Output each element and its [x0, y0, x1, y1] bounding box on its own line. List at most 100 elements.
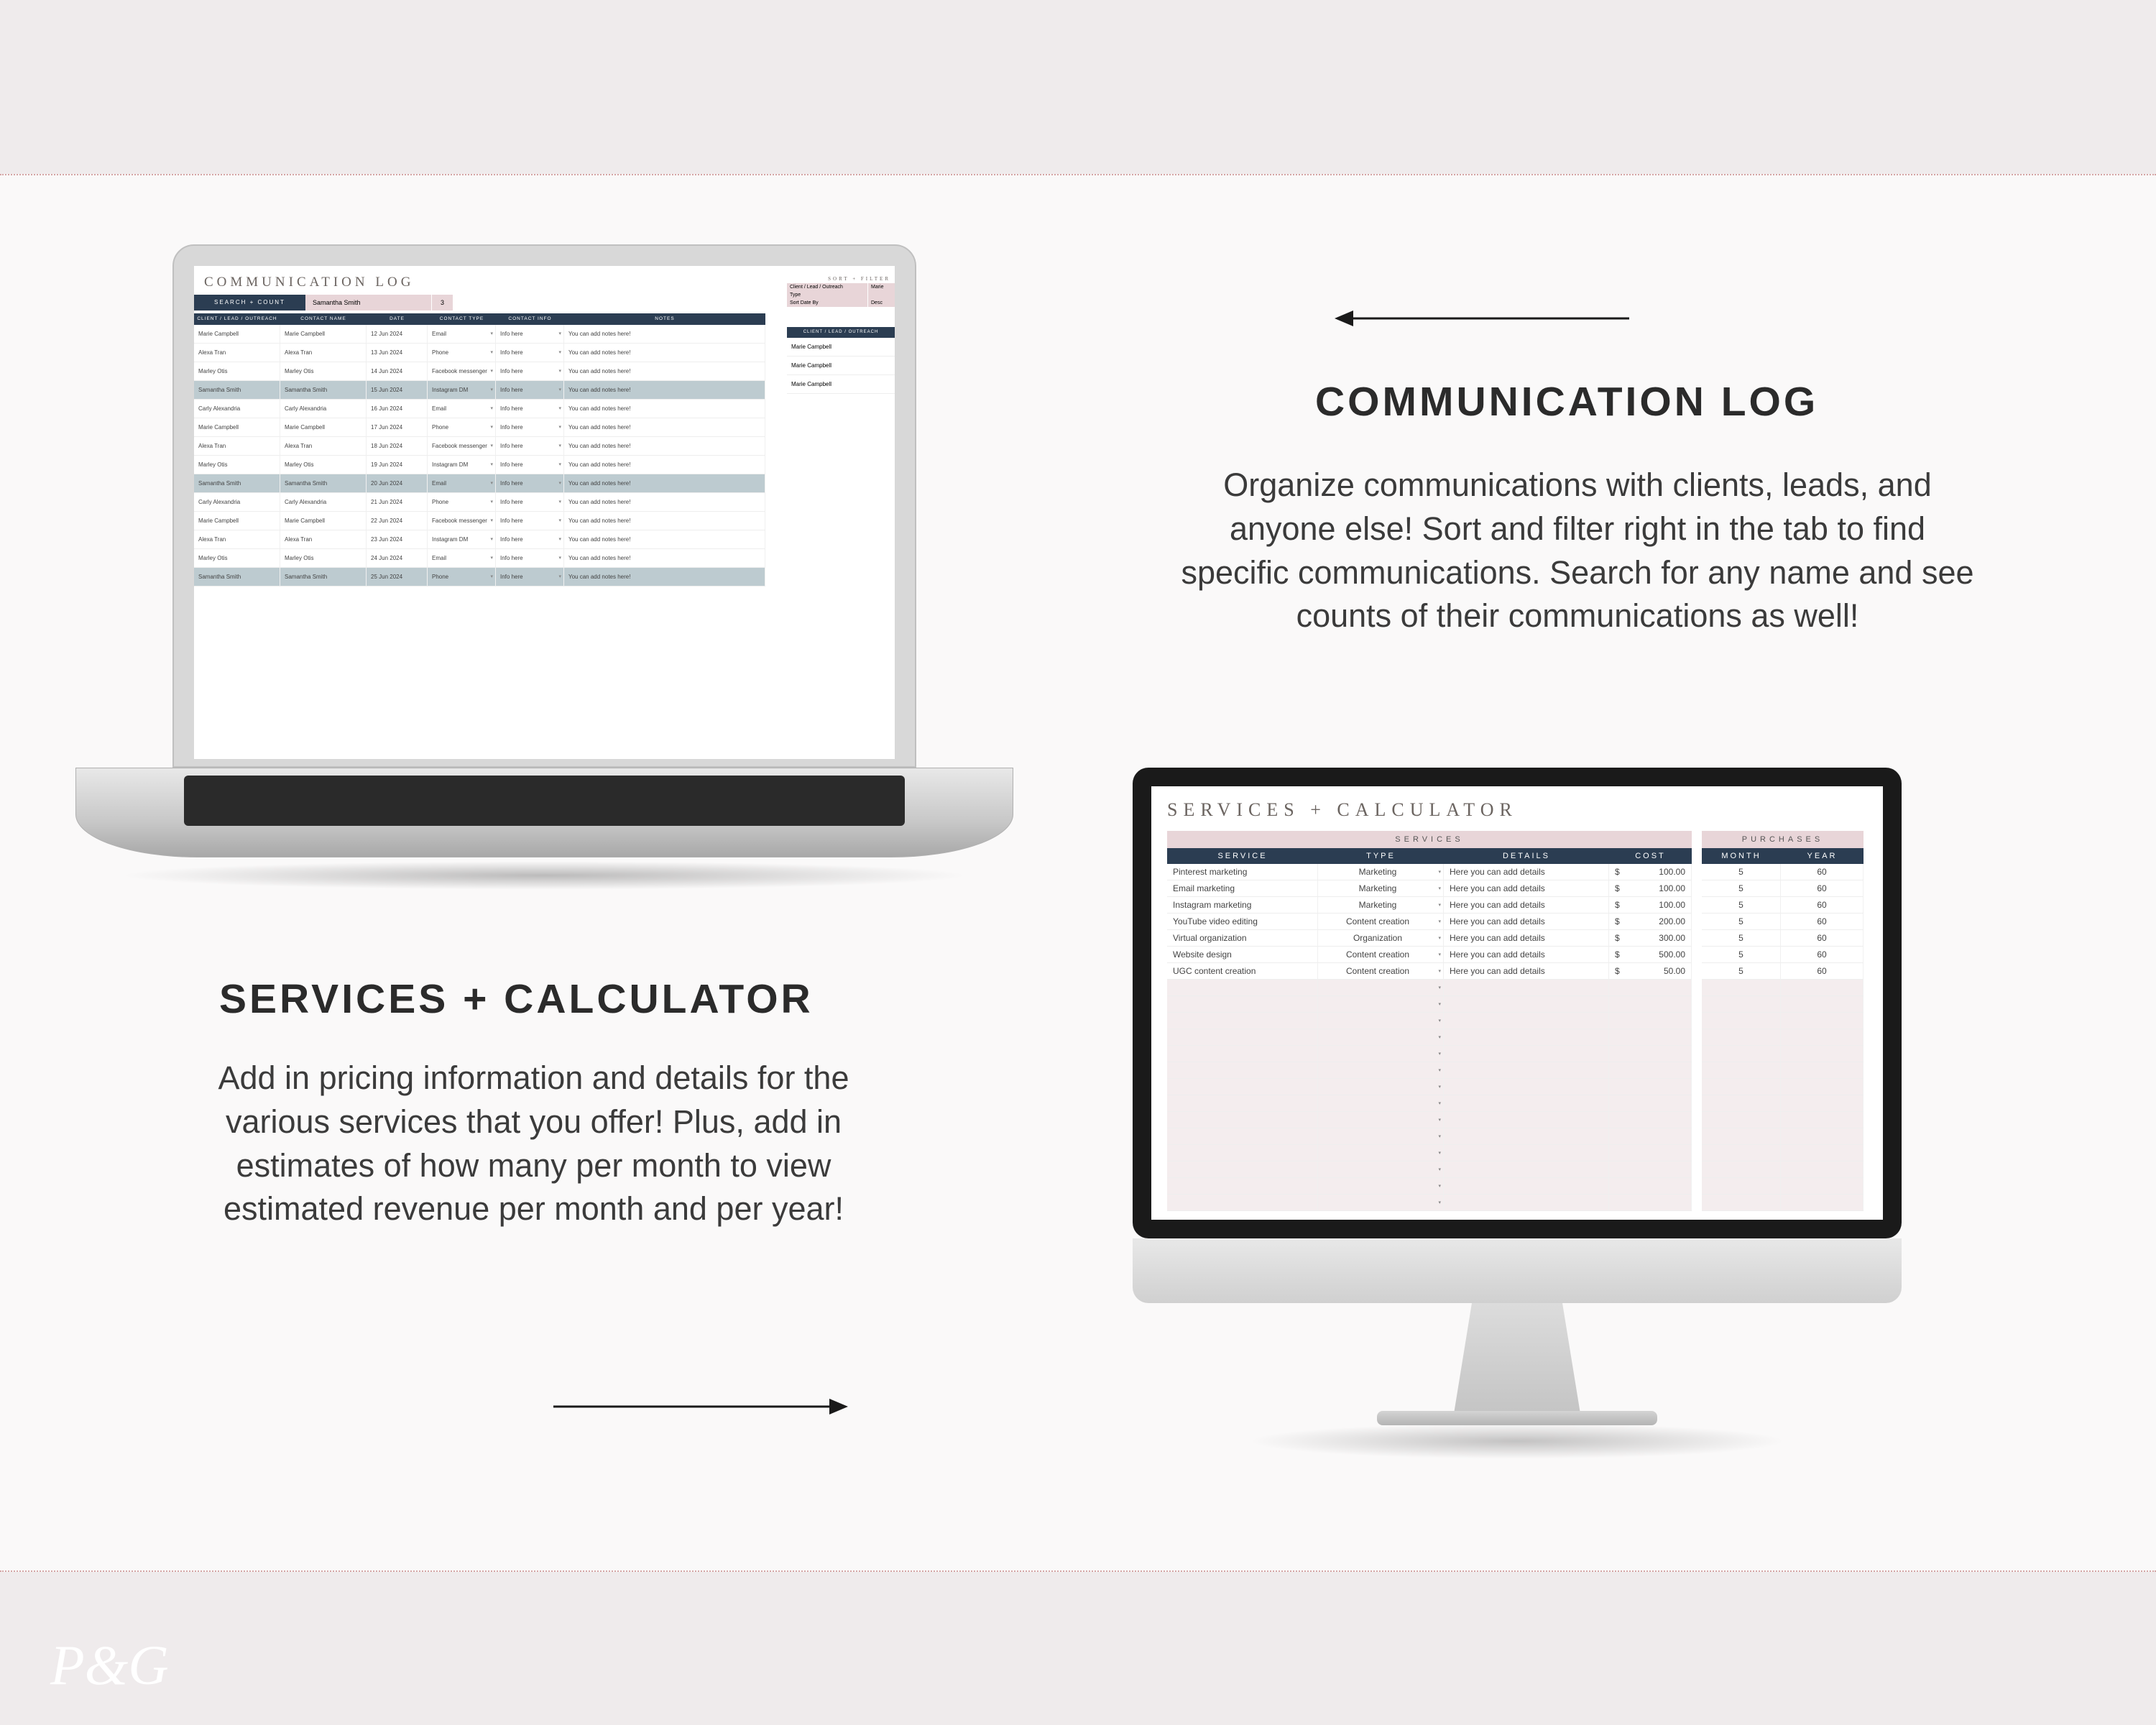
table-row[interactable]: 560	[1702, 930, 1864, 947]
table-row[interactable]: ▾	[1167, 1079, 1692, 1095]
chevron-down-icon[interactable]: ▾	[558, 331, 561, 336]
table-row[interactable]	[1702, 1162, 1864, 1178]
table-row[interactable]: Email marketingMarketing▾Here you can ad…	[1167, 880, 1692, 897]
table-row[interactable]	[1702, 1128, 1864, 1145]
chevron-down-icon[interactable]: ▾	[1438, 968, 1441, 974]
chevron-down-icon[interactable]: ▾	[558, 461, 561, 467]
chevron-down-icon[interactable]: ▾	[490, 424, 493, 430]
table-row[interactable]: ▾	[1167, 1128, 1692, 1145]
chevron-down-icon[interactable]: ▾	[1438, 1067, 1441, 1073]
table-row[interactable]: ▾	[1167, 1195, 1692, 1211]
chevron-down-icon[interactable]: ▾	[558, 387, 561, 392]
chevron-down-icon[interactable]: ▾	[558, 405, 561, 411]
chevron-down-icon[interactable]: ▾	[1438, 1001, 1441, 1007]
filtered-list-item[interactable]: Marie Campbell	[787, 375, 895, 394]
chevron-down-icon[interactable]: ▾	[490, 405, 493, 411]
table-row[interactable]: Website designContent creation▾Here you …	[1167, 947, 1692, 963]
table-row[interactable]: 560	[1702, 880, 1864, 897]
chevron-down-icon[interactable]: ▾	[1438, 869, 1441, 875]
table-row[interactable]: ▾	[1167, 1178, 1692, 1195]
chevron-down-icon[interactable]: ▾	[490, 536, 493, 542]
chevron-down-icon[interactable]: ▾	[558, 368, 561, 374]
table-row[interactable]: ▾	[1167, 1062, 1692, 1079]
chevron-down-icon[interactable]: ▾	[1438, 985, 1441, 990]
filtered-list-item[interactable]: Marie Campbell	[787, 338, 895, 356]
chevron-down-icon[interactable]: ▾	[490, 499, 493, 505]
table-row[interactable]: Marie CampbellMarie Campbell12 Jun 2024E…	[194, 325, 765, 344]
sort-filter-row[interactable]: Sort Date ByDesc	[787, 299, 895, 307]
table-row[interactable]: Samantha SmithSamantha Smith15 Jun 2024I…	[194, 381, 765, 400]
table-row[interactable]: Marley OtisMarley Otis24 Jun 2024Email▾I…	[194, 549, 765, 568]
chevron-down-icon[interactable]: ▾	[558, 518, 561, 523]
table-row[interactable]: ▾	[1167, 1029, 1692, 1046]
chevron-down-icon[interactable]: ▾	[558, 536, 561, 542]
table-row[interactable]: Marley OtisMarley Otis14 Jun 2024Faceboo…	[194, 362, 765, 381]
table-row[interactable]: Instagram marketingMarketing▾Here you ca…	[1167, 897, 1692, 914]
chevron-down-icon[interactable]: ▾	[490, 574, 493, 579]
chevron-down-icon[interactable]: ▾	[558, 349, 561, 355]
table-row[interactable]: Samantha SmithSamantha Smith20 Jun 2024E…	[194, 474, 765, 493]
chevron-down-icon[interactable]: ▾	[1438, 902, 1441, 908]
table-row[interactable]	[1702, 1095, 1864, 1112]
table-row[interactable]: ▾	[1167, 996, 1692, 1013]
chevron-down-icon[interactable]: ▾	[558, 443, 561, 448]
table-row[interactable]	[1702, 1013, 1864, 1029]
table-row[interactable]: Alexa TranAlexa Tran13 Jun 2024Phone▾Inf…	[194, 344, 765, 362]
table-row[interactable]: Alexa TranAlexa Tran18 Jun 2024Facebook …	[194, 437, 765, 456]
table-row[interactable]: Carly AlexandriaCarly Alexandria21 Jun 2…	[194, 493, 765, 512]
table-row[interactable]	[1702, 1112, 1864, 1128]
chevron-down-icon[interactable]: ▾	[1438, 1133, 1441, 1139]
table-row[interactable]: ▾	[1167, 1095, 1692, 1112]
table-row[interactable]: UGC content creationContent creation▾Her…	[1167, 963, 1692, 980]
chevron-down-icon[interactable]: ▾	[1438, 1117, 1441, 1123]
table-row[interactable]: 560	[1702, 963, 1864, 980]
table-row[interactable]	[1702, 1195, 1864, 1211]
chevron-down-icon[interactable]: ▾	[490, 387, 493, 392]
chevron-down-icon[interactable]: ▾	[490, 555, 493, 561]
chevron-down-icon[interactable]: ▾	[1438, 935, 1441, 941]
table-row[interactable]: Alexa TranAlexa Tran23 Jun 2024Instagram…	[194, 530, 765, 549]
table-row[interactable]	[1702, 1178, 1864, 1195]
chevron-down-icon[interactable]: ▾	[558, 424, 561, 430]
table-row[interactable]: Virtual organizationOrganization▾Here yo…	[1167, 930, 1692, 947]
chevron-down-icon[interactable]: ▾	[1438, 1051, 1441, 1057]
chevron-down-icon[interactable]: ▾	[490, 518, 493, 523]
chevron-down-icon[interactable]: ▾	[1438, 1200, 1441, 1205]
chevron-down-icon[interactable]: ▾	[1438, 1150, 1441, 1156]
chevron-down-icon[interactable]: ▾	[558, 499, 561, 505]
table-row[interactable]: ▾	[1167, 1046, 1692, 1062]
table-row[interactable]: ▾	[1167, 1013, 1692, 1029]
chevron-down-icon[interactable]: ▾	[1438, 1018, 1441, 1024]
table-row[interactable]	[1702, 980, 1864, 996]
chevron-down-icon[interactable]: ▾	[490, 368, 493, 374]
chevron-down-icon[interactable]: ▾	[490, 480, 493, 486]
table-row[interactable]	[1702, 1062, 1864, 1079]
table-row[interactable]: YouTube video editingContent creation▾He…	[1167, 914, 1692, 930]
table-row[interactable]: ▾	[1167, 1145, 1692, 1162]
chevron-down-icon[interactable]: ▾	[1438, 919, 1441, 924]
chevron-down-icon[interactable]: ▾	[1438, 1167, 1441, 1172]
table-row[interactable]	[1702, 1145, 1864, 1162]
table-row[interactable]	[1702, 996, 1864, 1013]
chevron-down-icon[interactable]: ▾	[490, 331, 493, 336]
table-row[interactable]: ▾	[1167, 1112, 1692, 1128]
search-input[interactable]: Samantha Smith	[305, 295, 431, 310]
table-row[interactable]: 560	[1702, 914, 1864, 930]
chevron-down-icon[interactable]: ▾	[558, 480, 561, 486]
chevron-down-icon[interactable]: ▾	[1438, 952, 1441, 957]
chevron-down-icon[interactable]: ▾	[1438, 1100, 1441, 1106]
chevron-down-icon[interactable]: ▾	[1438, 1084, 1441, 1090]
filtered-list-item[interactable]: Marie Campbell	[787, 356, 895, 375]
table-row[interactable]: ▾	[1167, 980, 1692, 996]
table-row[interactable]: Carly AlexandriaCarly Alexandria16 Jun 2…	[194, 400, 765, 418]
table-row[interactable]	[1702, 1079, 1864, 1095]
table-row[interactable]: ▾	[1167, 1162, 1692, 1178]
chevron-down-icon[interactable]: ▾	[490, 443, 493, 448]
table-row[interactable]: Pinterest marketingMarketing▾Here you ca…	[1167, 864, 1692, 880]
chevron-down-icon[interactable]: ▾	[558, 574, 561, 579]
table-row[interactable]: Marie CampbellMarie Campbell22 Jun 2024F…	[194, 512, 765, 530]
chevron-down-icon[interactable]: ▾	[1438, 1183, 1441, 1189]
chevron-down-icon[interactable]: ▾	[1438, 1034, 1441, 1040]
table-row[interactable]	[1702, 1029, 1864, 1046]
table-row[interactable]	[1702, 1046, 1864, 1062]
